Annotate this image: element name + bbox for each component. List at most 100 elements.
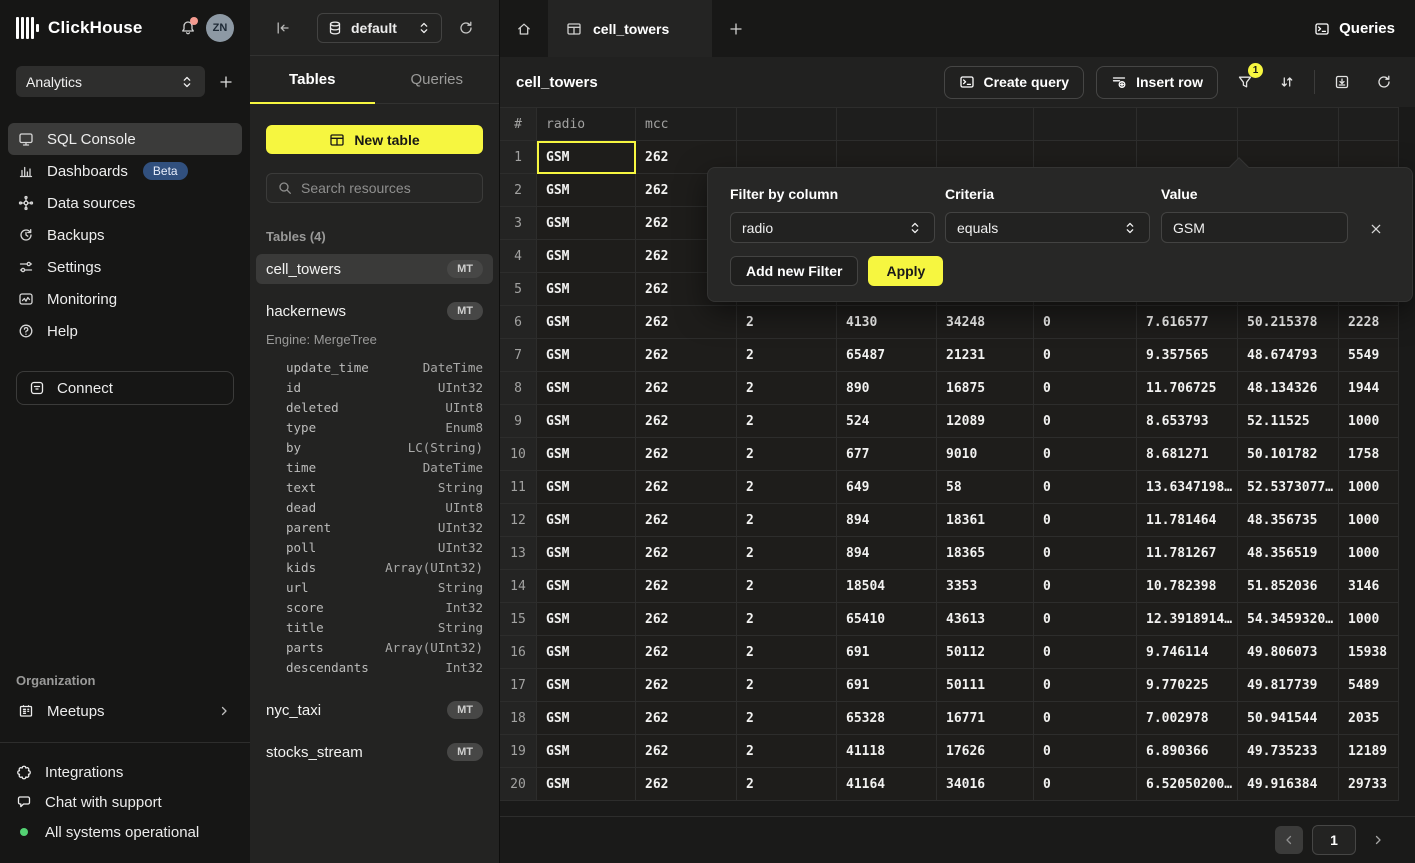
cell[interactable]: 49.806073 <box>1238 636 1339 669</box>
cell[interactable]: 0 <box>1034 636 1137 669</box>
cell[interactable]: 262 <box>636 735 737 768</box>
cell[interactable]: 15938 <box>1339 636 1399 669</box>
cell[interactable]: 262 <box>636 504 737 537</box>
cell[interactable]: 890 <box>837 372 937 405</box>
cell[interactable]: 65487 <box>837 339 937 372</box>
cell[interactable]: GSM <box>537 570 636 603</box>
cell[interactable]: 49.735233 <box>1238 735 1339 768</box>
row-number[interactable]: 20 <box>500 768 537 801</box>
cell[interactable]: 2 <box>737 735 837 768</box>
cell[interactable]: 1000 <box>1339 471 1399 504</box>
cell[interactable]: GSM <box>537 240 636 273</box>
cell[interactable]: 0 <box>1034 438 1137 471</box>
next-page-button[interactable] <box>1365 826 1391 854</box>
cell[interactable]: 65410 <box>837 603 937 636</box>
cell[interactable]: 18504 <box>837 570 937 603</box>
cell[interactable]: 677 <box>837 438 937 471</box>
new-table-button[interactable]: New table <box>266 125 483 154</box>
cell[interactable]: 41164 <box>837 768 937 801</box>
cell[interactable]: 262 <box>636 669 737 702</box>
cell[interactable]: 2 <box>737 372 837 405</box>
sidebar-item-backups[interactable]: Backups <box>8 219 242 251</box>
cell[interactable]: 2 <box>737 603 837 636</box>
home-tab[interactable] <box>500 0 548 57</box>
cell[interactable]: GSM <box>537 768 636 801</box>
queries-button[interactable]: Queries <box>1294 0 1415 57</box>
cell[interactable]: 48.356519 <box>1238 537 1339 570</box>
cell[interactable]: 0 <box>1034 339 1137 372</box>
cell[interactable]: 18361 <box>937 504 1034 537</box>
cell[interactable]: 0 <box>1034 735 1137 768</box>
cell[interactable]: 3353 <box>937 570 1034 603</box>
cell[interactable]: GSM <box>537 537 636 570</box>
database-select[interactable]: default <box>317 13 442 43</box>
filter-column-select[interactable]: radio <box>730 212 935 243</box>
cell[interactable]: 9.770225 <box>1137 669 1238 702</box>
cell[interactable]: GSM <box>537 669 636 702</box>
row-number[interactable]: 8 <box>500 372 537 405</box>
cell[interactable]: 11.781464 <box>1137 504 1238 537</box>
cell[interactable]: 2 <box>737 306 837 339</box>
cell[interactable]: 691 <box>837 669 937 702</box>
cell[interactable]: 50.941544 <box>1238 702 1339 735</box>
cell[interactable]: 52.11525 <box>1238 405 1339 438</box>
cell[interactable]: 50112 <box>937 636 1034 669</box>
row-number[interactable]: 14 <box>500 570 537 603</box>
table-item-cell_towers[interactable]: cell_towersMT <box>256 254 493 284</box>
connect-button[interactable]: Connect <box>16 371 234 405</box>
cell[interactable]: 262 <box>636 339 737 372</box>
cell[interactable]: GSM <box>537 339 636 372</box>
cell[interactable]: GSM <box>537 372 636 405</box>
remove-filter-button[interactable] <box>1363 216 1389 242</box>
add-new-filter-button[interactable]: Add new Filter <box>730 256 858 286</box>
cell[interactable]: 894 <box>837 537 937 570</box>
previous-page-button[interactable] <box>1275 826 1303 854</box>
cell[interactable]: 9.746114 <box>1137 636 1238 669</box>
cell[interactable]: GSM <box>537 141 636 174</box>
cell[interactable]: 12089 <box>937 405 1034 438</box>
sidebar-item-all-systems-operational[interactable]: All systems operational <box>16 817 234 847</box>
cell[interactable]: GSM <box>537 306 636 339</box>
cell[interactable]: 262 <box>636 603 737 636</box>
cell[interactable]: 0 <box>1034 603 1137 636</box>
row-number[interactable]: 16 <box>500 636 537 669</box>
cell[interactable]: 262 <box>636 438 737 471</box>
workspace-select[interactable]: Analytics <box>16 66 205 97</box>
cell[interactable]: 894 <box>837 504 937 537</box>
cell[interactable]: 50111 <box>937 669 1034 702</box>
cell[interactable]: 0 <box>1034 372 1137 405</box>
cell[interactable]: 1000 <box>1339 504 1399 537</box>
cell[interactable]: GSM <box>537 702 636 735</box>
collapse-panel-icon[interactable] <box>275 20 291 36</box>
notifications-bell-icon[interactable] <box>180 20 196 36</box>
sidebar-item-settings[interactable]: Settings <box>8 251 242 283</box>
sidebar-item-integrations[interactable]: Integrations <box>16 757 234 787</box>
cell[interactable]: 50.101782 <box>1238 438 1339 471</box>
row-number[interactable]: 19 <box>500 735 537 768</box>
sidebar-item-meetups[interactable]: Meetups <box>8 696 242 726</box>
avatar[interactable]: ZN <box>206 14 234 42</box>
cell[interactable]: 2 <box>737 471 837 504</box>
cell[interactable]: GSM <box>537 603 636 636</box>
cell[interactable]: 2 <box>737 504 837 537</box>
cell[interactable]: 49.817739 <box>1238 669 1339 702</box>
cell[interactable]: 43613 <box>937 603 1034 636</box>
cell[interactable]: 1000 <box>1339 405 1399 438</box>
cell[interactable]: 2 <box>737 669 837 702</box>
cell[interactable]: 12.3918914… <box>1137 603 1238 636</box>
cell[interactable]: 9.357565 <box>1137 339 1238 372</box>
cell[interactable]: 49.916384 <box>1238 768 1339 801</box>
cell[interactable]: 2 <box>737 339 837 372</box>
cell[interactable]: GSM <box>537 207 636 240</box>
row-number[interactable]: 13 <box>500 537 537 570</box>
row-number[interactable]: 17 <box>500 669 537 702</box>
cell[interactable]: GSM <box>537 504 636 537</box>
cell[interactable]: GSM <box>537 438 636 471</box>
cell[interactable]: 262 <box>636 702 737 735</box>
row-number[interactable]: 3 <box>500 207 537 240</box>
cell[interactable]: 649 <box>837 471 937 504</box>
cell[interactable]: 262 <box>636 471 737 504</box>
current-page[interactable]: 1 <box>1312 825 1356 855</box>
cell[interactable]: GSM <box>537 405 636 438</box>
cell[interactable]: 0 <box>1034 702 1137 735</box>
